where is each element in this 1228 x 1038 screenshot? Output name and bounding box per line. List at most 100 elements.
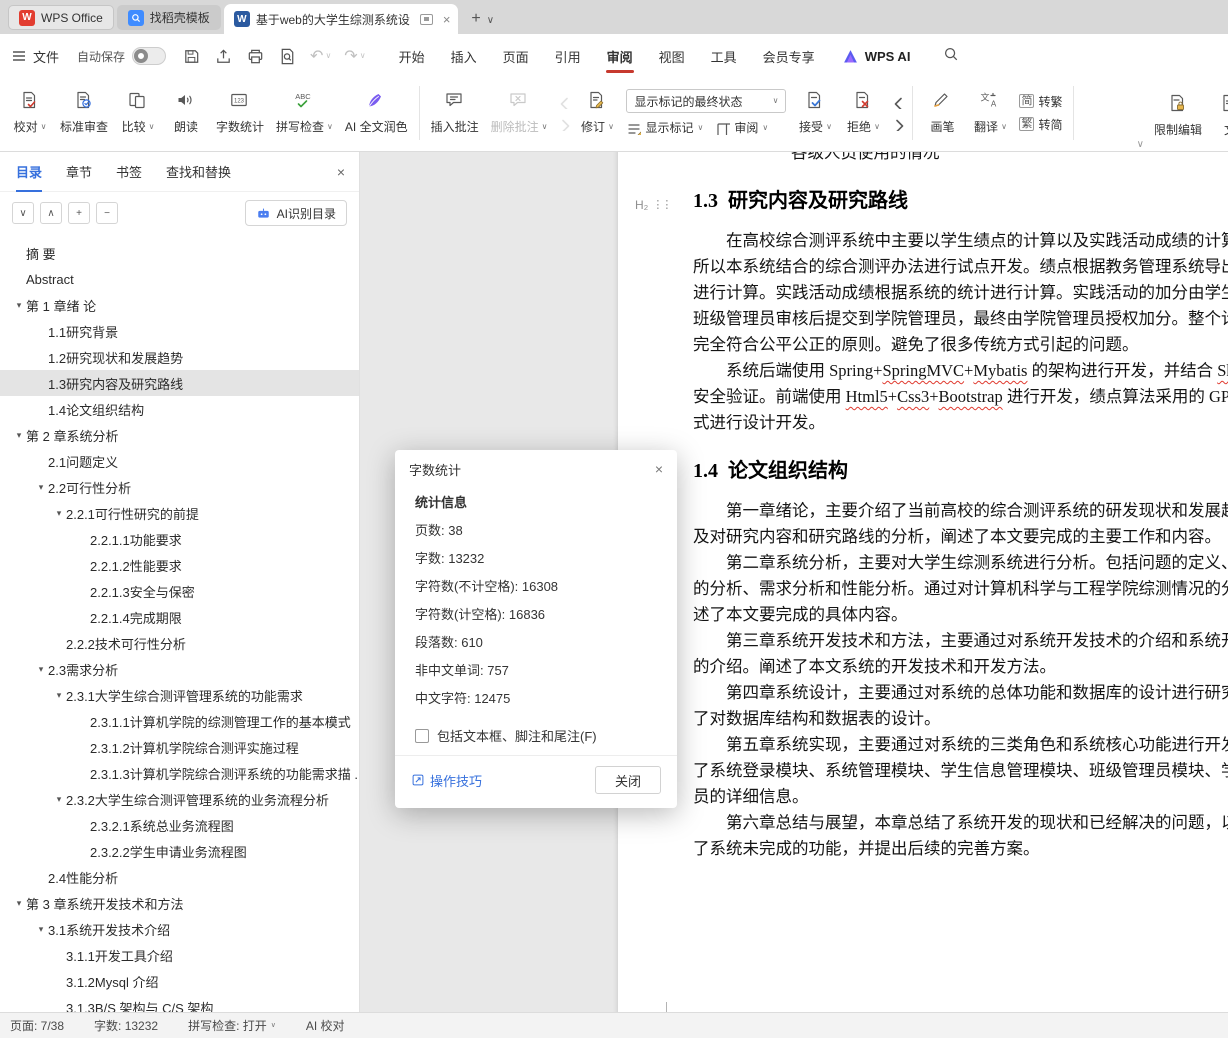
toc-item[interactable]: ▾2.3.1大学生综合测评管理系统的功能需求 [0,682,359,708]
translate-button[interactable]: 文A 翻译∨ [966,82,1014,144]
toc-expand-arrow[interactable]: ▾ [34,664,48,675]
toc-item[interactable]: 1.2研究现状和发展趋势 [0,344,359,370]
toc-item[interactable]: 3.1.2Mysql 介绍 [0,968,359,994]
word-count-button[interactable]: 123 字数统计 [210,82,270,144]
toc-item[interactable]: 2.2.1.3安全与保密 [0,578,359,604]
save-icon[interactable] [182,47,201,66]
restrict-editing-button[interactable]: 限制编辑 [1148,84,1208,146]
increase-level-button[interactable]: + [68,202,90,224]
ink-brush-button[interactable]: 画笔 [918,82,966,144]
to-simplified-button[interactable]: 繁 转简 [1019,116,1062,133]
toc-item[interactable]: 2.2.1.2性能要求 [0,552,359,578]
toc-item[interactable]: 3.1.1开发工具介绍 [0,942,359,968]
toc-item[interactable]: 2.3.2.2学生申请业务流程图 [0,838,359,864]
undo-button[interactable]: ↶∨ [310,46,331,66]
spellcheck-indicator[interactable]: 拼写检查: 打开∨ [188,1017,276,1034]
menu-tab[interactable]: 会员专享 [750,35,828,78]
review-pane-button[interactable]: 审阅∨ [715,119,768,136]
track-changes-button[interactable]: 修订∨ [573,82,621,144]
page-indicator[interactable]: 页面: 7/38 [10,1017,64,1034]
toc-item[interactable]: 3.1.3B/S 架构与 C/S 架构 [0,994,359,1012]
ai-recognize-toc-button[interactable]: AI识别目录 [245,200,347,226]
toc-expand-arrow[interactable]: ▾ [12,300,26,311]
expand-all-button[interactable]: ∨ [12,202,34,224]
collapse-all-button[interactable]: ∧ [40,202,62,224]
print-preview-icon[interactable] [278,47,297,66]
ai-polish-button[interactable]: AI 全文润色 [339,82,414,144]
toc-item[interactable]: Abstract [0,266,359,292]
toc-item[interactable]: 摘 要 [0,240,359,266]
redo-button[interactable]: ↷∨ [344,46,365,66]
toc-item[interactable]: 2.3.1.3计算机学院综合测评系统的功能需求描 ... [0,760,359,786]
menu-tab[interactable]: 审阅 [594,35,646,78]
toc-expand-arrow[interactable]: ▾ [52,508,66,519]
next-revision-icon[interactable] [890,117,904,131]
sidebar-tab[interactable]: 查找和替换 [164,151,233,192]
read-aloud-button[interactable]: 朗读 [162,82,210,144]
toc-expand-arrow[interactable]: ▾ [34,924,48,935]
file-menu-button[interactable]: 文件 [12,47,59,66]
proofread-button[interactable]: 校对∨ [6,82,54,144]
ribbon-collapse-icon[interactable]: ∨ [1137,139,1144,150]
document-page[interactable]: 各级人员使用的情况H₂⋮⋮1.3 研究内容及研究路线 在高校综合测评系统中主要以… [618,152,1228,1012]
menu-tab[interactable]: 工具 [698,35,750,78]
toc-expand-arrow[interactable]: ▾ [52,794,66,805]
compare-button[interactable]: 比较∨ [114,82,162,144]
tab-close-icon[interactable]: × [443,12,451,27]
toc-item[interactable]: ▾2.2.1可行性研究的前提 [0,500,359,526]
tips-link[interactable]: 操作技巧 [411,771,482,790]
toc-expand-arrow[interactable]: ▾ [52,690,66,701]
toc-item[interactable]: 2.2.1.1功能要求 [0,526,359,552]
toc-item[interactable]: ▾第 3 章系统开发技术和方法 [0,890,359,916]
menu-tab[interactable]: 视图 [646,35,698,78]
toc-item[interactable]: 2.2.1.4完成期限 [0,604,359,630]
print-icon[interactable] [246,47,265,66]
reject-button[interactable]: 拒绝∨ [839,82,887,144]
tab-docer-templates[interactable]: 找稻壳模板 [117,5,221,30]
word-count-indicator[interactable]: 字数: 13232 [94,1017,158,1034]
toc-item[interactable]: ▾第 1 章绪 论 [0,292,359,318]
sidebar-tab[interactable]: 目录 [14,151,44,192]
toc-item[interactable]: ▾2.2可行性分析 [0,474,359,500]
accept-button[interactable]: 接受∨ [791,82,839,144]
previous-revision-icon[interactable] [890,95,904,109]
dialog-titlebar[interactable]: 字数统计 × [395,450,677,488]
show-markup-button[interactable]: 显示标记∨ [626,119,703,136]
toc-item[interactable]: ▾2.3需求分析 [0,656,359,682]
new-tab-button[interactable]: + [471,10,480,28]
autosave-toggle[interactable] [132,47,166,65]
toc-expand-arrow[interactable]: ▾ [12,430,26,441]
wps-ai-button[interactable]: WPS AI [842,48,911,65]
toc-item[interactable]: 2.3.1.2计算机学院综合测评实施过程 [0,734,359,760]
dialog-close-icon[interactable]: × [655,461,663,477]
toc-expand-arrow[interactable]: ▾ [34,482,48,493]
markup-state-combobox[interactable]: 显示标记的最终状态 ∨ [626,89,786,113]
decrease-level-button[interactable]: − [96,202,118,224]
sidebar-close-icon[interactable]: × [337,164,345,180]
toc-expand-arrow[interactable]: ▾ [12,898,26,909]
dialog-close-button[interactable]: 关闭 [595,766,661,794]
toc-item[interactable]: 2.3.1.1计算机学院的综测管理工作的基本模式 [0,708,359,734]
menu-tab[interactable]: 开始 [386,35,438,78]
toc-item[interactable]: 2.2.2技术可行性分析 [0,630,359,656]
tab-current-document[interactable]: W 基于web的大学生综测系统设 × [224,4,459,34]
toc-item[interactable]: 1.3研究内容及研究路线 [0,370,359,396]
toc-item[interactable]: ▾第 2 章系统分析 [0,422,359,448]
spell-check-button[interactable]: ABC 拼写检查∨ [270,82,339,144]
toc-item[interactable]: ▾2.3.2大学生综合测评管理系统的业务流程分析 [0,786,359,812]
export-icon[interactable] [214,47,233,66]
toc-item[interactable]: 2.3.2.1系统总业务流程图 [0,812,359,838]
insert-comment-button[interactable]: 插入批注 [425,82,485,144]
search-icon[interactable] [942,45,960,68]
menu-tab[interactable]: 引用 [542,35,594,78]
ai-proofread-indicator[interactable]: AI 校对 [306,1017,345,1034]
checkbox-box[interactable] [415,729,429,743]
sidebar-tab[interactable]: 章节 [64,151,94,192]
toc-item[interactable]: 1.1研究背景 [0,318,359,344]
to-traditional-button[interactable]: 简 转繁 [1019,93,1062,110]
sidebar-tab[interactable]: 书签 [114,151,144,192]
toc-item[interactable]: ▾3.1系统开发技术介绍 [0,916,359,942]
heading-level-marker[interactable]: H₂⋮⋮ [635,192,670,218]
menu-tab[interactable]: 页面 [490,35,542,78]
standard-review-button[interactable]: 标准审查 [54,82,114,144]
